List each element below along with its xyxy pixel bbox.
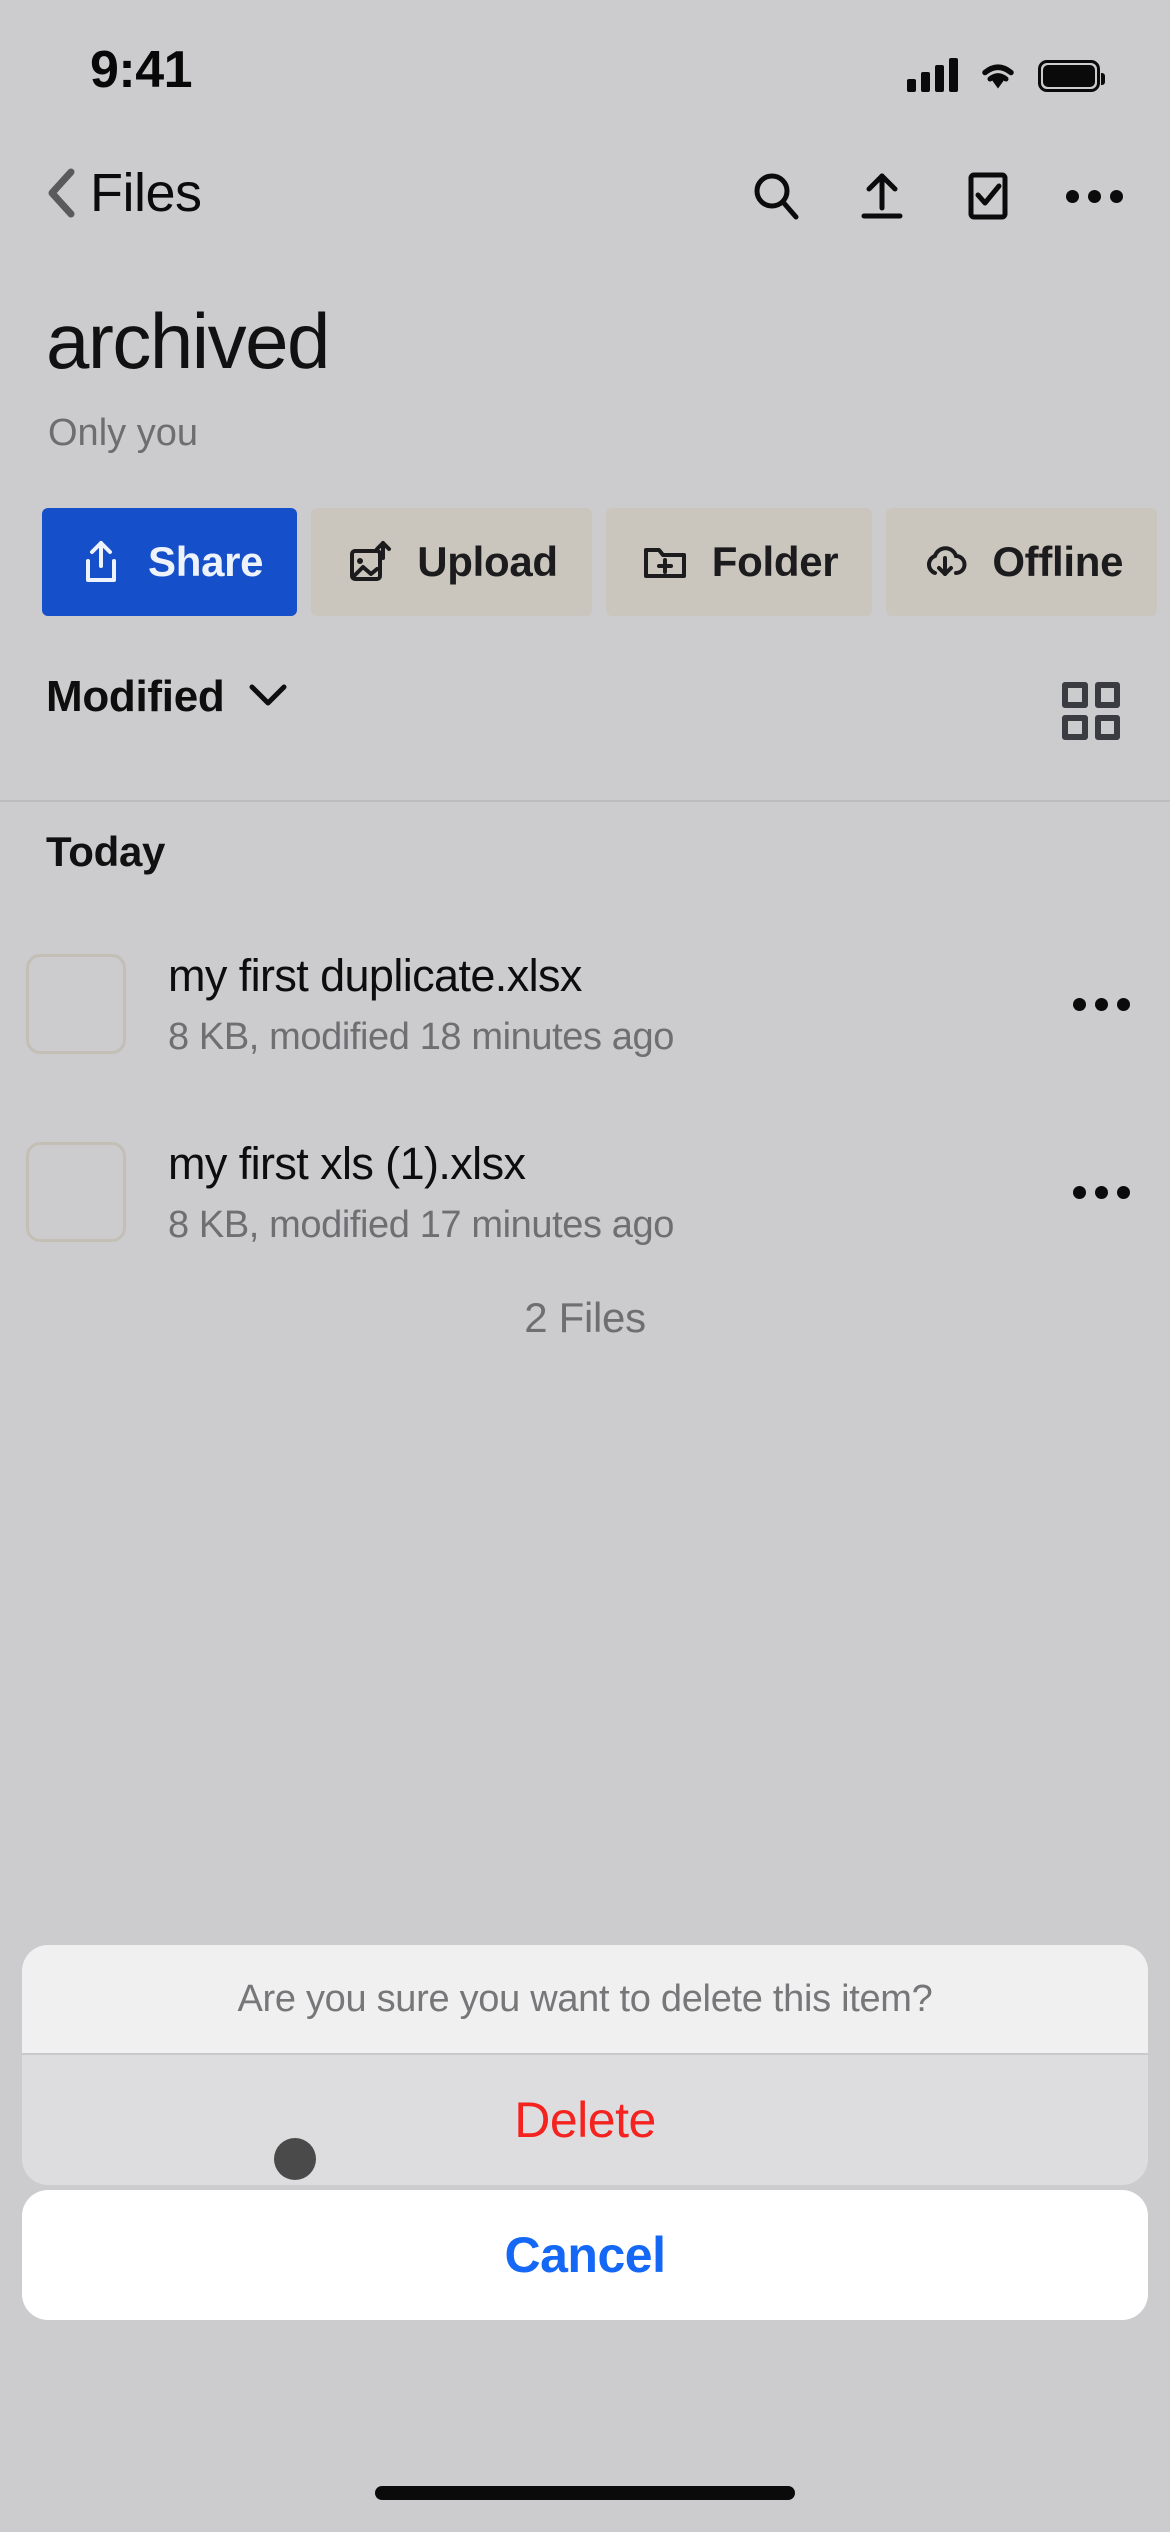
offline-button[interactable]: Offline [886,508,1158,616]
navigation-bar: Files [0,150,1170,260]
file-meta: 8 KB, modified 17 minutes ago [168,1203,674,1246]
file-name: my first duplicate.xlsx [168,949,582,1001]
table-row[interactable]: my first duplicate.xlsx 8 KB, modified 1… [0,910,1170,1098]
folder-button-label: Folder [711,538,839,585]
cancel-button[interactable]: Cancel [22,2190,1148,2320]
file-checkbox[interactable] [26,954,126,1054]
page-subtitle: Only you [48,412,198,454]
file-more-options-icon[interactable] [1040,1185,1130,1199]
file-info: my first duplicate.xlsx 8 KB, modified 1… [168,950,1040,1059]
search-icon[interactable] [748,168,804,224]
folder-button[interactable]: Folder [605,508,873,616]
quick-action-bar: Share Upload Folder Offline [0,508,1170,618]
file-more-options-icon[interactable] [1040,997,1130,1011]
share-icon [76,537,126,587]
share-button[interactable]: Share [42,508,298,616]
delete-button[interactable]: Delete [22,2055,1148,2185]
sheet-message: Are you sure you want to delete this ite… [22,1945,1148,2053]
home-indicator[interactable] [375,2486,795,2500]
offline-cloud-icon [920,537,970,587]
upload-image-icon [345,537,395,587]
back-button-label: Files [90,163,202,223]
status-bar-time: 9:41 [90,41,193,99]
upload-button[interactable]: Upload [311,508,592,616]
back-button[interactable]: Files [46,162,202,224]
file-list: my first duplicate.xlsx 8 KB, modified 1… [0,910,1170,1286]
offline-button-label: Offline [992,538,1124,585]
wifi-icon [976,58,1020,92]
file-count-label: 2 Files [524,1294,646,1341]
battery-icon [1038,60,1105,92]
file-info: my first xls (1).xlsx 8 KB, modified 17 … [168,1138,1040,1247]
touch-indicator [274,2138,316,2180]
page-title: archived [46,297,330,385]
section-header-today: Today [46,828,166,875]
sort-and-view-bar: Modified [0,640,1170,775]
chevron-left-icon [46,167,76,219]
cellular-signal-icon [907,56,958,92]
sort-button-label: Modified [46,672,225,721]
grid-view-icon[interactable] [1062,682,1120,740]
upload-button-label: Upload [417,538,558,585]
phone-screen: 9:41 Files archived Only you Share Uploa… [0,0,1170,2532]
select-checkbox-icon[interactable] [960,168,1016,224]
share-button-label: Share [148,538,264,585]
table-row[interactable]: my first xls (1).xlsx 8 KB, modified 17 … [0,1098,1170,1286]
cancel-button-label: Cancel [504,2227,666,2283]
new-folder-icon [640,537,690,587]
status-bar: 9:41 [0,0,1170,140]
file-checkbox[interactable] [26,1142,126,1242]
delete-confirmation-sheet: Are you sure you want to delete this ite… [22,1945,1148,2185]
list-top-divider [0,800,1170,802]
upload-icon[interactable] [854,168,910,224]
status-bar-indicators [907,46,1105,92]
sort-button[interactable]: Modified [46,672,290,722]
navigation-actions [748,168,1123,224]
file-name: my first xls (1).xlsx [168,1137,526,1189]
chevron-down-icon [246,681,290,714]
more-options-icon[interactable] [1065,168,1123,224]
file-meta: 8 KB, modified 18 minutes ago [168,1015,674,1058]
